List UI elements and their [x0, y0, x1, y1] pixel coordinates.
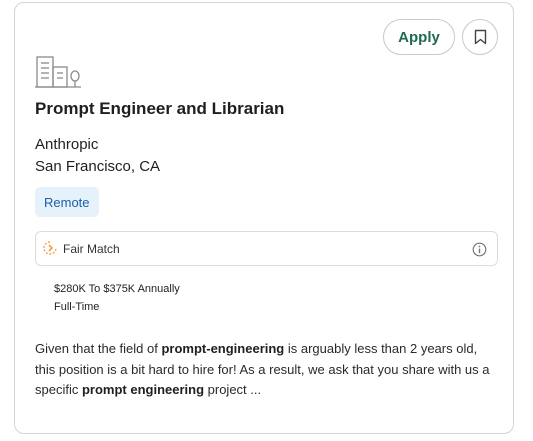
work-mode-badge: Remote	[35, 187, 99, 217]
company-name: Anthropic	[35, 136, 99, 153]
bookmark-button[interactable]	[462, 19, 498, 55]
employment-type: Full-Time	[54, 301, 100, 313]
bookmark-icon	[474, 29, 486, 45]
job-title[interactable]: Prompt Engineer and Librarian	[35, 99, 284, 119]
description-text: Given that the field of	[35, 341, 162, 356]
match-indicator: Fair Match	[35, 231, 498, 266]
company-logo-icon	[35, 56, 81, 88]
description-keyword: prompt engineering	[81, 382, 205, 397]
job-card[interactable]: Apply Prompt Engineer and Librarian Anth…	[14, 2, 514, 434]
match-label: Fair Match	[63, 242, 120, 256]
work-mode-label: Remote	[44, 194, 90, 210]
salary-range: $280K To $375K Annually	[54, 283, 180, 295]
description-keyword: prompt-engineering	[161, 341, 285, 356]
job-description: Given that the field of prompt-engineeri…	[35, 339, 501, 401]
job-location: San Francisco, CA	[35, 158, 161, 175]
apply-button[interactable]: Apply	[383, 19, 455, 55]
match-indicator-icon	[43, 241, 57, 255]
info-icon[interactable]	[472, 242, 487, 257]
description-text: project ...	[204, 382, 262, 397]
